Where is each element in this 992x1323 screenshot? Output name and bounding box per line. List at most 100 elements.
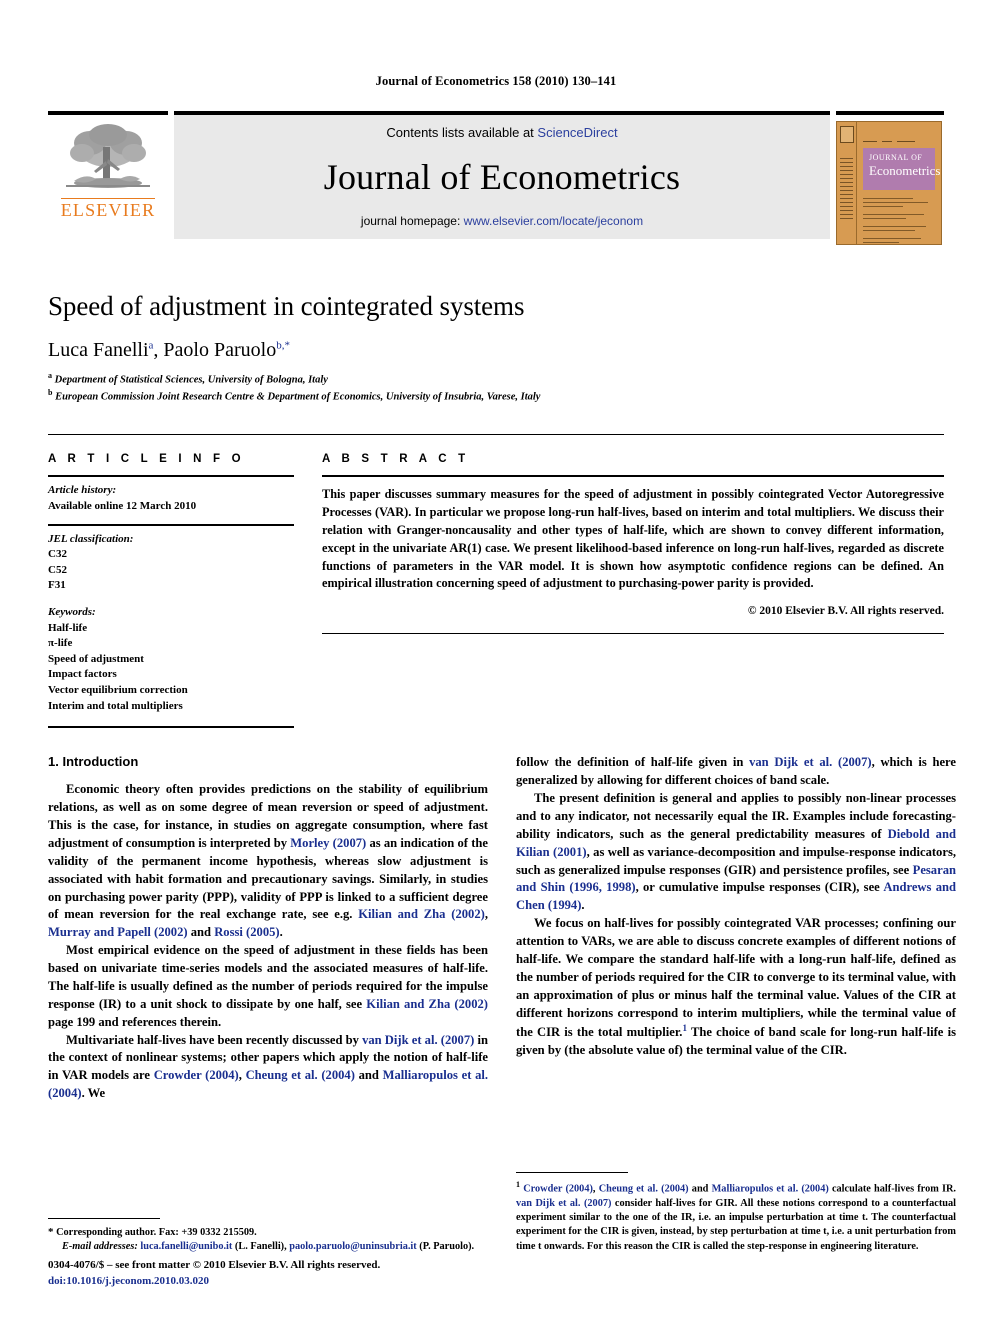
affiliation-a-text: Department of Statistical Sciences, Univ… bbox=[54, 374, 328, 386]
keyword-item: Speed of adjustment bbox=[48, 652, 144, 665]
text-run: and bbox=[688, 1183, 712, 1195]
jel-code: C32 bbox=[48, 548, 67, 561]
publisher-logo: ELSEVIER bbox=[48, 111, 168, 239]
text-run: Multivariate half-lives have been recent… bbox=[66, 1032, 363, 1047]
doi-link[interactable]: doi:10.1016/j.jeconom.2010.03.020 bbox=[48, 1274, 380, 1289]
paragraph: Economic theory often provides predictio… bbox=[48, 781, 488, 942]
keyword-item: Interim and total multipliers bbox=[48, 699, 183, 712]
jel-code: C52 bbox=[48, 563, 67, 576]
article-history-label: Article history: bbox=[48, 484, 117, 497]
affiliation-a: a Department of Statistical Sciences, Un… bbox=[48, 371, 944, 388]
journal-homepage-link[interactable]: www.elsevier.com/locate/jeconom bbox=[464, 214, 643, 228]
page-title: Speed of adjustment in cointegrated syst… bbox=[48, 291, 525, 321]
citation-link[interactable]: van Dijk et al. (2007) bbox=[516, 1198, 611, 1209]
email-link-fanelli[interactable]: luca.fanelli@unibo.it bbox=[140, 1241, 232, 1252]
citation-link[interactable]: van Dijk et al. (2007) bbox=[749, 755, 872, 769]
text-run: . We bbox=[81, 1086, 106, 1101]
affiliation-a-mark: a bbox=[48, 371, 52, 380]
footnote-1: 1 Crowder (2004), Cheung et al. (2004) a… bbox=[516, 1179, 956, 1254]
text-run: . bbox=[581, 898, 585, 913]
paragraph: follow the definition of half-life given… bbox=[516, 754, 956, 790]
corresponding-author-mark[interactable]: * bbox=[284, 339, 290, 351]
text-run: (L. Fanelli), bbox=[232, 1241, 290, 1253]
citation-link[interactable]: Kilian and Zha (2002) bbox=[358, 907, 485, 921]
cover-title-band: JOURNAL OF Econometrics bbox=[863, 148, 941, 190]
citation-link[interactable]: Crowder (2004) bbox=[154, 1068, 239, 1082]
paper-page: Journal of Econometrics 158 (2010) 130–1… bbox=[0, 0, 992, 1323]
keyword-item: π-life bbox=[48, 637, 73, 650]
elsevier-tree-icon bbox=[66, 124, 150, 188]
affiliations: a Department of Statistical Sciences, Un… bbox=[48, 371, 944, 404]
author-1: Luca Fanelli bbox=[48, 339, 149, 361]
footnote-corresponding-text: Corresponding author. Fax: +39 0332 2155… bbox=[53, 1226, 257, 1238]
cover-spine-box bbox=[840, 126, 854, 143]
abstract-text: This paper discusses summary measures fo… bbox=[322, 487, 944, 591]
abstract-rule-bottom bbox=[322, 633, 944, 635]
footnote-zone-left: * Corresponding author. Fax: +39 0332 21… bbox=[48, 1217, 488, 1254]
article-history-value: Available online 12 March 2010 bbox=[48, 499, 197, 512]
paragraph: We focus on half-lives for possibly coin… bbox=[516, 915, 956, 1060]
keywords-label: Keywords: bbox=[48, 606, 96, 618]
citation-link[interactable]: Murray and Papell (2002) bbox=[48, 925, 188, 939]
title-block: Speed of adjustment in cointegrated syst… bbox=[48, 291, 944, 404]
footnote-rule bbox=[48, 1217, 160, 1219]
cover-spine-lines bbox=[840, 158, 853, 222]
issn-front-matter: 0304-4076/$ – see front matter © 2010 El… bbox=[48, 1259, 381, 1272]
email-addresses-label: E-mail addresses: bbox=[62, 1241, 138, 1253]
citation-link[interactable]: van Dijk et al. (2007) bbox=[362, 1033, 474, 1047]
contents-prefix: Contents lists available at bbox=[386, 124, 538, 140]
abstract-heading: A B S T R A C T bbox=[322, 453, 470, 466]
article-info-rule-bottom bbox=[48, 726, 294, 729]
footnote-zone-right: 1 Crowder (2004), Cheung et al. (2004) a… bbox=[516, 1171, 956, 1254]
email-link-paruolo[interactable]: paolo.paruolo@uninsubria.it bbox=[289, 1241, 416, 1252]
keywords-group: Keywords: Half-life π-life Speed of adju… bbox=[48, 603, 294, 714]
body-column-left: 1. Introduction Economic theory often pr… bbox=[48, 754, 488, 1254]
journal-title: Journal of Econometrics bbox=[323, 156, 681, 197]
paragraph: Most empirical evidence on the speed of … bbox=[48, 942, 488, 1031]
sciencedirect-link[interactable]: ScienceDirect bbox=[537, 125, 617, 140]
citation-link[interactable]: Cheung et al. (2004) bbox=[246, 1068, 355, 1082]
text-run: , or cumulative impulse responses (CIR),… bbox=[635, 880, 884, 895]
body-column-right: follow the definition of half-life given… bbox=[516, 754, 956, 1254]
text-run: page 199 and references therein. bbox=[48, 1014, 222, 1029]
paragraph: The present definition is general and ap… bbox=[516, 790, 956, 915]
masthead-banner: Contents lists available at ScienceDirec… bbox=[174, 111, 830, 239]
citation-link[interactable]: Rossi (2005) bbox=[214, 925, 279, 939]
citation-link[interactable]: Crowder (2004) bbox=[523, 1183, 593, 1194]
abstract-copyright: © 2010 Elsevier B.V. All rights reserved… bbox=[747, 605, 944, 618]
cover-spine bbox=[837, 122, 857, 244]
homepage-prefix: journal homepage: bbox=[360, 213, 464, 228]
journal-cover-thumbnail: JOURNAL OF Econometrics bbox=[836, 121, 942, 245]
cover-contents-rules bbox=[863, 198, 935, 243]
keyword-item: Half-life bbox=[48, 621, 88, 634]
keyword-item: Impact factors bbox=[48, 668, 117, 681]
jel-classification-group: JEL classification: C32 C52 F31 bbox=[48, 526, 294, 603]
text-run: and bbox=[187, 925, 215, 940]
jel-label: JEL classification: bbox=[48, 532, 134, 545]
abstract-column: A B S T R A C T This paper discusses sum… bbox=[322, 453, 944, 728]
running-head: Journal of Econometrics 158 (2010) 130–1… bbox=[375, 74, 617, 88]
cover-title-line2: Econometrics bbox=[869, 163, 941, 178]
text-run: (P. Paruolo). bbox=[416, 1241, 475, 1253]
body-columns: 1. Introduction Economic theory often pr… bbox=[48, 754, 956, 1254]
info-abstract-region: A R T I C L E I N F O Article history: A… bbox=[48, 434, 944, 729]
affiliation-b-text: European Commission Joint Research Centr… bbox=[55, 391, 541, 403]
author-1-affiliation-mark[interactable]: a bbox=[149, 339, 154, 351]
footnote-corresponding-author: * Corresponding author. Fax: +39 0332 21… bbox=[48, 1225, 488, 1254]
citation-link[interactable]: Morley (2007) bbox=[290, 836, 366, 850]
section-heading-introduction: 1. Introduction bbox=[48, 754, 139, 770]
footnote-rule bbox=[516, 1171, 628, 1173]
affiliation-b-mark: b bbox=[48, 387, 53, 397]
text-run: . bbox=[279, 925, 283, 940]
citation-link[interactable]: Malliaropulos et al. (2004) bbox=[712, 1183, 829, 1194]
text-run: follow the definition of half-life given… bbox=[516, 755, 750, 770]
citation-link[interactable]: Cheung et al. (2004) bbox=[599, 1183, 689, 1194]
citation-link[interactable]: Kilian and Zha (2002) bbox=[366, 997, 488, 1011]
text-run: and bbox=[354, 1068, 383, 1083]
author-list: Luca Fanellia, Paolo Paruolob,* bbox=[48, 339, 290, 361]
article-info-heading: A R T I C L E I N F O bbox=[48, 453, 245, 466]
contents-available-line: Contents lists available at ScienceDirec… bbox=[386, 125, 617, 140]
article-history-group: Article history: Available online 12 Mar… bbox=[48, 477, 294, 523]
imprint-block: 0304-4076/$ – see front matter © 2010 El… bbox=[48, 1258, 380, 1289]
text-run: calculate half-lives from IR. bbox=[828, 1183, 956, 1195]
